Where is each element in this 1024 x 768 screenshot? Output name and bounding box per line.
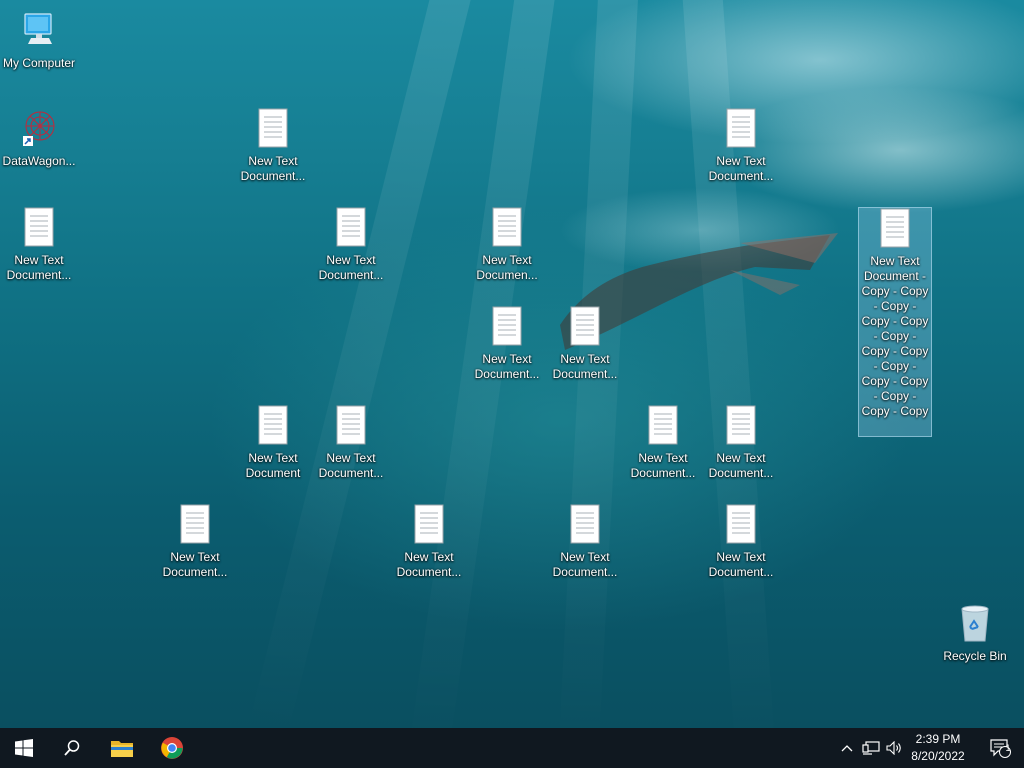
taskbar: 2:39 PM 8/20/2022 1 (0, 728, 1024, 768)
text-document-icon (336, 207, 366, 247)
desktop-icon-text-document[interactable]: New Text Document... (2, 207, 76, 283)
text-document-icon (258, 108, 288, 148)
clock[interactable]: 2:39 PM 8/20/2022 (906, 728, 970, 768)
desktop-icon-text-document[interactable]: New Text Document... (548, 504, 622, 580)
desktop-icon-text-document[interactable]: New Text Document... (236, 108, 310, 184)
search-icon (64, 740, 80, 756)
network-icon (862, 741, 880, 755)
text-document-icon (336, 405, 366, 445)
desktop-icon-text-document[interactable]: New Text Document... (392, 504, 466, 580)
recycle-bin-icon (961, 605, 989, 642)
desktop-icon-my-computer[interactable]: My Computer (2, 10, 76, 71)
text-document-icon (726, 405, 756, 445)
search-button[interactable] (48, 728, 96, 768)
desktop-icon-label: New Text Documen... (476, 253, 538, 282)
chrome-icon (161, 737, 183, 759)
desktop-icon-text-document[interactable]: New Text Document... (704, 405, 778, 481)
desktop-icon-text-document[interactable]: New Text Documen... (470, 207, 544, 283)
text-document-icon (880, 208, 910, 248)
desktop-icon-label: New Text Document... (630, 451, 696, 480)
chevron-up-icon (841, 745, 853, 752)
clock-time: 2:39 PM (915, 732, 961, 746)
text-document-icon (726, 504, 756, 544)
datawagon-shortcut-icon (23, 111, 55, 146)
desktop-icon-text-document[interactable]: New Text Document... (548, 306, 622, 382)
desktop-icon-label: New Text Document... (708, 451, 774, 480)
desktop-icon-text-document[interactable]: New Text Document... (158, 504, 232, 580)
file-explorer-button[interactable] (98, 728, 146, 768)
chrome-button[interactable] (148, 728, 196, 768)
desktop-icon-text-document[interactable]: New Text Document (236, 405, 310, 481)
text-document-icon (726, 108, 756, 148)
text-document-icon (414, 504, 444, 544)
computer-icon (24, 13, 52, 44)
desktop-icon-label: My Computer (2, 56, 76, 70)
action-center-button[interactable]: 1 (980, 728, 1020, 768)
text-document-icon (492, 207, 522, 247)
text-document-icon (648, 405, 678, 445)
desktop-icon-label: New Text Document... (318, 253, 384, 282)
volume-icon (886, 741, 901, 755)
text-document-icon (258, 405, 288, 445)
clock-date: 8/20/2022 (911, 749, 965, 763)
show-hidden-icons-button[interactable] (838, 728, 856, 768)
text-document-icon (492, 306, 522, 346)
network-button[interactable] (860, 728, 882, 768)
desktop: My Computer DataWagon... New Text Docume… (0, 0, 1024, 728)
desktop-icon-text-document[interactable]: New Text Document... (314, 207, 388, 283)
desktop-icon-label: New Text Document... (396, 550, 462, 579)
desktop-icon-text-document[interactable]: New Text Document... (626, 405, 700, 481)
start-button[interactable] (0, 728, 48, 768)
file-explorer-icon (111, 741, 133, 757)
desktop-icon-label: New Text Document... (318, 451, 384, 480)
desktop-icon-label: New Text Document... (708, 154, 774, 183)
desktop-icon-recycle-bin[interactable]: Recycle Bin (938, 603, 1012, 664)
desktop-icon-text-document[interactable]: New Text Document... (470, 306, 544, 382)
desktop-icon-text-document-selected[interactable]: New Text Document - Copy - Copy - Copy -… (858, 207, 932, 437)
desktop-icon-text-document[interactable]: New Text Document... (704, 504, 778, 580)
desktop-icon-label: New Text Document (245, 451, 301, 480)
desktop-icon-label: New Text Document... (474, 352, 540, 381)
desktop-icon-label: New Text Document... (162, 550, 228, 579)
desktop-icon-label: Recycle Bin (943, 649, 1007, 663)
notification-count: 1 (1005, 743, 1011, 753)
text-document-icon (180, 504, 210, 544)
desktop-icon-label: New Text Document - Copy - Copy - Copy -… (861, 254, 929, 418)
text-document-icon (570, 504, 600, 544)
desktop-icon-label: New Text Document... (6, 253, 72, 282)
desktop-icon-datawagon[interactable]: DataWagon... (2, 108, 76, 169)
text-document-icon (24, 207, 54, 247)
desktop-icon-label: DataWagon... (2, 154, 76, 168)
desktop-icon-label: New Text Document... (552, 550, 618, 579)
desktop-icon-label: New Text Document... (240, 154, 306, 183)
desktop-icon-label: New Text Document... (552, 352, 618, 381)
desktop-icon-text-document[interactable]: New Text Document... (704, 108, 778, 184)
volume-button[interactable] (884, 728, 906, 768)
desktop-icon-label: New Text Document... (708, 550, 774, 579)
text-document-icon (570, 306, 600, 346)
desktop-icon-text-document[interactable]: New Text Document... (314, 405, 388, 481)
windows-logo-icon (15, 739, 33, 757)
